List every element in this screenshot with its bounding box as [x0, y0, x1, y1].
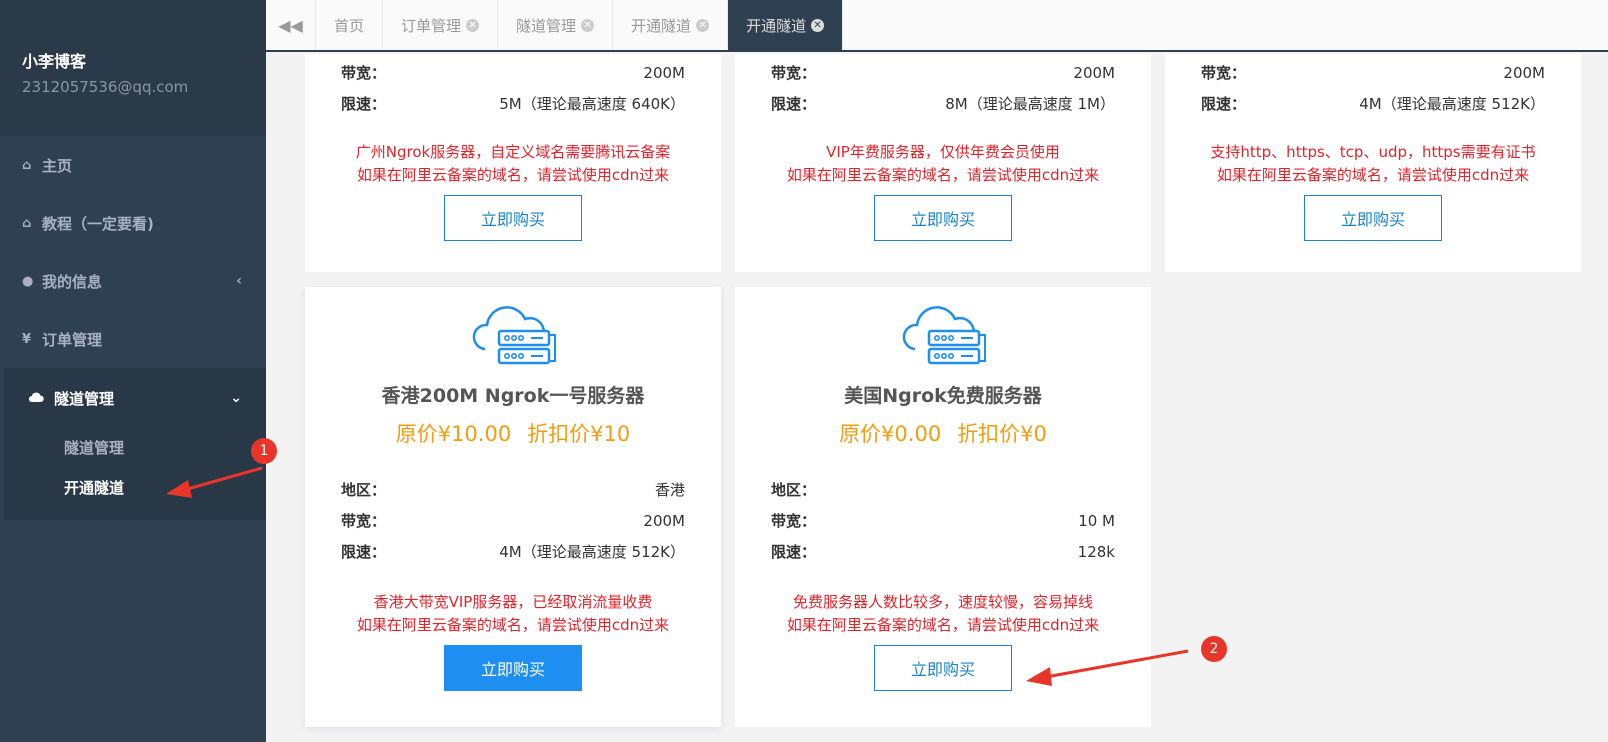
region-row: 地区： — [771, 481, 817, 499]
tab-label: 首页 — [334, 16, 365, 35]
bandwidth-row: 带宽： 200M — [341, 63, 685, 83]
tab-orders[interactable]: 订单管理 ✕ — [383, 0, 499, 50]
server-title: 香港200M Ngrok一号服务器 — [381, 385, 645, 407]
tab-label: 隧道管理 — [516, 16, 577, 35]
server-note: 免费服务器人数比较多，速度较慢，容易掉线 如果在阿里云备案的域名，请尝试使用cdn… — [786, 593, 1100, 634]
sidebar: 小李博客 2312057536@qq.com ⌂ 主页 ⌂ 教程（一定要看) ●… — [0, 0, 266, 742]
server-note: 支持http、https、tcp、udp，https需要有证书 如果在阿里云备案的… — [1210, 143, 1536, 184]
region-row: 地区： 香港 — [341, 481, 685, 499]
subnav-open-tunnel[interactable]: 开通隧道 — [4, 468, 266, 508]
chevron-down-icon: ⌄ — [230, 390, 242, 406]
nav-label: 主页 — [42, 156, 73, 175]
tab-home[interactable]: 首页 — [316, 0, 384, 50]
tab-open-tunnel[interactable]: 开通隧道 ✕ — [613, 0, 729, 50]
nav-item-tutorial[interactable]: ⌂ 教程（一定要看) — [0, 194, 266, 252]
server-card-us: 美国Ngrok免费服务器 原价¥0.00 折扣价¥0 地区： 带宽： 10 M 限速… — [735, 287, 1151, 727]
tab-label: 订单管理 — [401, 16, 462, 35]
close-icon[interactable]: ✕ — [811, 18, 825, 32]
user-icon: ● — [22, 273, 34, 289]
tab-label: 开通隧道 — [631, 16, 692, 35]
cloud-icon — [28, 389, 54, 407]
user-profile: 小李博客 2312057536@qq.com — [0, 0, 266, 136]
server-card-hk: 香港200M Ngrok一号服务器 原价¥10.00 折扣价¥10 地区： 香港 带… — [305, 287, 721, 727]
nav-item-orders[interactable]: ¥ 订单管理 — [0, 310, 266, 368]
tab-open-tunnel-active[interactable]: 开通隧道 ✕ — [728, 0, 844, 50]
bandwidth-row: 带宽： 200M — [771, 63, 1115, 83]
nav-label: 我的信息 — [42, 272, 103, 291]
server-card: 带宽： 200M 限速： 4M（理论最高速度 512K） 支持http、https、… — [1165, 54, 1581, 272]
close-icon[interactable]: ✕ — [466, 18, 480, 32]
bandwidth-row: 带宽： 200M — [341, 511, 685, 531]
yen-icon: ¥ — [22, 331, 32, 347]
nav-label: 订单管理 — [42, 330, 103, 349]
limit-row: 限速： 8M（理论最高速度 1M） — [771, 95, 1115, 113]
server-price: 原价¥10.00 折扣价¥10 — [395, 422, 631, 446]
subnav-tunnel-manage[interactable]: 隧道管理 — [4, 428, 266, 468]
tab-label: 开通隧道 — [746, 16, 807, 35]
cloud-server-icon — [902, 306, 986, 365]
server-note: 香港大带宽VIP服务器，已经取消流量收费 如果在阿里云备案的域名，请尝试使用cdn… — [356, 593, 670, 634]
nav-group-tunnel: 隧道管理 ⌄ 隧道管理 开通隧道 — [0, 368, 266, 520]
tab-scroll-left[interactable]: ◀◀ — [266, 0, 316, 50]
limit-row: 限速： 4M（理论最高速度 512K） — [1201, 95, 1545, 113]
buy-button[interactable]: 立即购买 — [444, 195, 582, 241]
server-note: 广州Ngrok服务器，自定义域名需要腾讯云备案 如果在阿里云备案的域名，请尝试使用… — [355, 143, 671, 184]
home-icon: ⌂ — [22, 157, 32, 173]
subnav: 隧道管理 开通隧道 — [4, 428, 266, 520]
nav-item-tunnel[interactable]: 隧道管理 ⌄ — [4, 368, 266, 428]
cloud-server-icon — [472, 306, 556, 365]
server-note: VIP年费服务器，仅供年费会员使用 如果在阿里云备案的域名，请尝试使用cdn过来 — [786, 143, 1100, 184]
close-icon[interactable]: ✕ — [696, 18, 710, 32]
close-icon[interactable]: ✕ — [581, 18, 595, 32]
double-chevron-left-icon: ◀◀ — [278, 15, 303, 35]
nav-label: 隧道管理 — [54, 389, 115, 408]
annotation-badge-1: 1 — [251, 438, 277, 464]
user-email: 2312057536@qq.com — [22, 78, 189, 96]
server-card: 带宽： 200M 限速： 5M（理论最高速度 640K） 广州Ngrok服务器，自定… — [305, 54, 721, 272]
buy-button[interactable]: 立即购买 — [874, 195, 1012, 241]
buy-button[interactable]: 立即购买 — [874, 645, 1012, 691]
annotation-badge-2: 2 — [1201, 636, 1227, 662]
limit-row: 限速： 4M（理论最高速度 512K） — [341, 543, 685, 561]
nav-item-my-info[interactable]: ● 我的信息 ‹ — [0, 252, 266, 310]
server-price: 原价¥0.00 折扣价¥0 — [839, 422, 1047, 446]
bandwidth-row: 带宽： 200M — [1201, 63, 1545, 83]
server-title: 美国Ngrok免费服务器 — [844, 385, 1042, 407]
limit-row: 限速： 128k — [771, 542, 1115, 562]
bandwidth-row: 带宽： 10 M — [771, 511, 1115, 531]
home-icon: ⌂ — [22, 215, 32, 231]
buy-button[interactable]: 立即购买 — [444, 645, 582, 691]
chevron-left-icon: ‹ — [236, 273, 242, 289]
tab-tunnel-manage[interactable]: 隧道管理 ✕ — [498, 0, 614, 50]
server-card: 带宽： 200M 限速： 8M（理论最高速度 1M） VIP年费服务器，仅供年费会员… — [735, 54, 1151, 272]
nav-label: 教程（一定要看) — [42, 214, 154, 233]
limit-row: 限速： 5M（理论最高速度 640K） — [341, 95, 685, 113]
tab-bar: ◀◀ 首页 订单管理 ✕ 隧道管理 ✕ 开通隧道 ✕ 开通隧道 ✕ — [266, 0, 1608, 52]
nav-item-home[interactable]: ⌂ 主页 — [0, 136, 266, 194]
user-name: 小李博客 — [22, 52, 87, 71]
buy-button[interactable]: 立即购买 — [1304, 195, 1442, 241]
